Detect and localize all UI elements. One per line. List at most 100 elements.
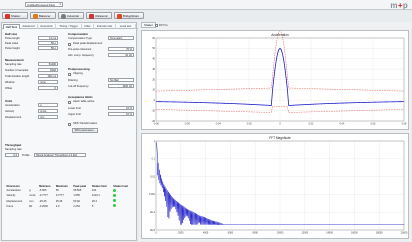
dimension-table: Dimension Minimum Maximum Peak peak Shak…	[6, 184, 134, 209]
fft-plot[interactable]: FFT Magnitude 0 2000 4000 6000 8000 10000 12000…	[141, 133, 409, 239]
filtering-select[interactable]: No filter	[108, 78, 134, 82]
number-of-samples-input[interactable]: 8192	[38, 68, 58, 72]
module-button-shaker[interactable]: Shaker	[2, 12, 28, 19]
y-tick-label: 1	[154, 140, 156, 143]
y-tick-label: 40	[152, 58, 155, 61]
displacement-unit-select[interactable]: mm	[38, 115, 58, 119]
tab-shaker-view[interactable]: Shaker	[141, 22, 156, 28]
module-button-balancer[interactable]: Balancer	[30, 12, 56, 19]
fft-lin-checkbox[interactable]	[155, 23, 158, 27]
fft-plot-title: FFT Magnitude	[269, 136, 291, 140]
x-tick-label: 0.06	[371, 123, 376, 126]
bridgestrain-icon	[116, 14, 122, 19]
total-duration-value: 160 ms	[38, 74, 58, 78]
y-tick-label: 0	[154, 99, 156, 102]
configuration-select[interactable]: Untitled/Unsaved Flow ▼	[25, 2, 63, 7]
acceleration-unit-select[interactable]: g	[38, 103, 58, 107]
compensation-heading: Compensation	[68, 32, 89, 36]
sampling-rate-label: Sampling rate	[5, 63, 22, 66]
y-tick-label: 60	[152, 37, 155, 40]
fft-lin-label: FFT lin.	[159, 23, 169, 27]
tab-internal-units[interactable]: Internal units	[94, 23, 116, 29]
x-tick-label: -0.02	[246, 123, 252, 126]
x-tick-label: 0.08	[402, 123, 407, 126]
clipping-checkbox[interactable]	[68, 72, 71, 76]
pre-pulse-tolerance-input[interactable]: 70 %	[108, 47, 134, 51]
ultrasonic-icon	[88, 14, 94, 19]
compensation-type-label: Compensation Type	[68, 37, 92, 40]
compensation-frequency-input[interactable]: 10 Hz	[108, 53, 134, 57]
peak-value-input[interactable]: 50 g	[38, 41, 58, 45]
table-row: Force kN -0.2502 2.0 2.254 5	[6, 204, 134, 209]
throughput-sampling-label: Sampling rate	[5, 148, 22, 151]
sampling-rate-input[interactable]: 51200	[38, 62, 58, 66]
x-tick-label: 2000	[178, 232, 184, 235]
x-tick-label: 0	[155, 232, 157, 235]
module-toolbar: Shaker Balancer Industrial Ultrasonic Br…	[0, 11, 412, 20]
displacement-unit-label: Displacement	[5, 116, 22, 119]
compensation-frequency-label: Adv. comp. frequency	[68, 54, 94, 57]
balancer-icon	[32, 14, 38, 19]
window-select[interactable]: none	[38, 80, 58, 84]
velocity-unit-select[interactable]: mm/s	[38, 109, 58, 113]
title-bar: Untitled/Unsaved Flow ▼ m+p	[0, 0, 412, 10]
x-tick-label: 6000	[228, 232, 234, 235]
x-tick-label: 14000	[326, 232, 333, 235]
plot-area: Shaker FFT lin. Acceleration -0.08 -0.06 -0…	[139, 22, 411, 241]
cutoff-frequency-input[interactable]: 1000 Hz	[108, 84, 134, 88]
tab-geometric[interactable]: Geometric	[38, 23, 56, 29]
settings-panel: Half Sine Advanced Geometric Timing / Tr…	[1, 22, 138, 241]
tab-timing-trigger[interactable]: Timing / Trigger	[56, 23, 82, 29]
acceleration-plot[interactable]: Acceleration -0.08 -0.06 -0.04 -0.02 0 0.02 0.0…	[141, 30, 409, 130]
x-tick-label: 0.04	[340, 123, 345, 126]
y-tick-label: 30	[152, 68, 155, 71]
alarm-table-checkbox[interactable]	[68, 100, 71, 104]
pulse-height-label: Pulse height	[5, 47, 20, 50]
tab-level-test[interactable]: Level test	[116, 23, 136, 29]
srs-transformation-checkbox[interactable]	[68, 122, 71, 126]
offset-input[interactable]: 0	[38, 86, 58, 90]
upper-limit-input[interactable]: 10 %	[108, 112, 134, 116]
module-button-industrial[interactable]: Industrial	[58, 12, 84, 19]
x-tick-label: 0.02	[309, 123, 314, 126]
cutoff-frequency-label: Cut-off frequency	[68, 85, 89, 88]
y-tick-label: 10	[152, 89, 155, 92]
throughput-heading: Throughput	[5, 143, 22, 147]
throughput-sampling-input[interactable]: 6.4	[5, 153, 19, 157]
velocity-unit-label: Velocity	[5, 110, 15, 113]
srs-parameters-button[interactable]: SRS parameters...	[72, 128, 99, 133]
compensation-type-select[interactable]: Symmetric	[108, 36, 134, 40]
tab-half-sine[interactable]: Half Sine	[3, 23, 20, 29]
measurement-heading: Measurement	[5, 58, 24, 62]
y-tick-label: 50	[152, 47, 155, 50]
total-duration-label: Total duration length	[5, 75, 30, 78]
module-button-bridgestrain[interactable]: BridgeStrain	[114, 12, 144, 19]
lower-limit-label: Lower limit	[68, 107, 81, 110]
x-tick-label: 0	[279, 123, 281, 126]
app-logo: m+p	[390, 0, 408, 10]
chevron-down-icon: ▼	[59, 3, 62, 6]
x-tick-label: -0.04	[215, 123, 221, 126]
peak-displacement-label: Peak peak displacement	[73, 42, 103, 45]
acceleration-unit-label: Acceleration	[5, 104, 20, 107]
status-ok-icon	[113, 199, 117, 203]
x-tick-label: 4000	[203, 232, 209, 235]
pre-pulse-tolerance-label: Pre-pulse tolerance	[68, 48, 92, 51]
y-tick-label: 1E-5	[150, 229, 156, 232]
tab-advanced[interactable]: Advanced	[20, 23, 38, 29]
units-heading: Units	[5, 99, 13, 103]
throughput-profile-select[interactable]: Shock Analyser Throughput 4.0 kHz	[34, 153, 86, 157]
lower-limit-input[interactable]: 10 %	[108, 106, 134, 110]
x-tick-label: 8000	[253, 232, 259, 235]
pulse-height-input[interactable]: 50 g	[38, 46, 58, 50]
peak-displacement-checkbox[interactable]	[68, 42, 71, 46]
y-tick-label: 20	[152, 78, 155, 81]
y-tick-label: 1E-4	[150, 211, 156, 214]
pulse-length-input[interactable]: 11 ms	[38, 36, 58, 40]
settings-tabs: Half Sine Advanced Geometric Timing / Tr…	[2, 23, 138, 29]
tab-filter[interactable]: Filter	[82, 23, 94, 29]
peak-value-label: Peak value	[5, 42, 19, 45]
y-tick-label: 0.01	[150, 175, 155, 178]
module-button-ultrasonic[interactable]: Ultrasonic	[86, 12, 112, 19]
acceleration-chart: Acceleration -0.08 -0.06 -0.04 -0.02 0 0.02 0.0…	[152, 31, 407, 126]
